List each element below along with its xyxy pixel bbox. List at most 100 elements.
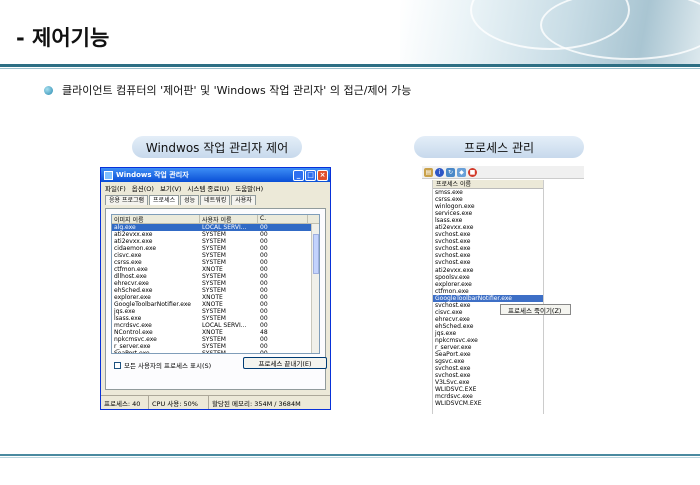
column-image-name[interactable]: 이미지 이름 <box>112 215 200 224</box>
stop-icon[interactable]: ■ <box>468 167 477 177</box>
cell-image-name: mcrdsvc.exe <box>114 322 152 329</box>
cell-image-name: cidaemon.exe <box>114 245 157 252</box>
list-item[interactable]: WLIDSVCM.EXE <box>433 400 543 407</box>
process-toolbar: ▤ i ↻ ◆ ■ <box>422 166 584 179</box>
cell-cpu: 00 <box>260 287 268 294</box>
context-menu-kill-process[interactable]: 프로세스 죽이기(Z) <box>500 304 571 315</box>
column-cpu[interactable]: C. <box>258 215 308 223</box>
cell-user-name: SYSTEM <box>202 336 226 343</box>
maximize-button[interactable]: □ <box>305 169 316 181</box>
status-bar: 프로세스: 40 CPU 사용: 50% 할당된 메모리: 354M / 368… <box>101 395 330 409</box>
list-item[interactable]: services.exe <box>433 210 543 217</box>
list-item[interactable]: svchost.exe <box>433 231 543 238</box>
cell-image-name: ati2evxx.exe <box>114 231 153 238</box>
table-row[interactable]: ehSched.exe SYSTEM 00 <box>112 287 319 294</box>
table-row[interactable]: dllhost.exe SYSTEM 00 <box>112 273 319 280</box>
table-row[interactable]: SeaPort.exe SYSTEM 00 <box>112 350 319 353</box>
list-item[interactable]: ati2evxx.exe <box>433 224 543 231</box>
list-item[interactable]: explorer.exe <box>433 281 543 288</box>
list-item[interactable]: smss.exe <box>433 189 543 196</box>
tab-performance[interactable]: 성능 <box>180 195 200 205</box>
end-process-button[interactable]: 프로세스 끝내기(E) <box>243 357 327 369</box>
list-item[interactable]: csrss.exe <box>433 196 543 203</box>
process-icon[interactable]: ◆ <box>457 167 466 177</box>
table-row[interactable]: GoogleToolbarNotifier.exe XNOTE 00 <box>112 301 319 308</box>
column-user-name[interactable]: 사용자 이름 <box>200 215 258 224</box>
cell-cpu: 00 <box>260 301 268 308</box>
vertical-scrollbar[interactable] <box>311 224 319 353</box>
list-item[interactable]: svchost.exe <box>433 252 543 259</box>
menu-view[interactable]: 보기(V) <box>160 183 181 193</box>
cell-user-name: SYSTEM <box>202 315 226 322</box>
list-item[interactable]: ctfmon.exe <box>433 288 543 295</box>
menu-file[interactable]: 파일(F) <box>105 183 126 193</box>
cell-user-name: XNOTE <box>202 266 223 273</box>
table-row[interactable]: mcrdsvc.exe LOCAL SERVI... 00 <box>112 322 319 329</box>
folder-icon[interactable]: ▤ <box>424 167 433 177</box>
list-item[interactable]: ati2evxx.exe <box>433 267 543 274</box>
cell-image-name: ehSched.exe <box>114 287 153 294</box>
menu-options[interactable]: 옵션(O) <box>132 183 154 193</box>
cell-image-name: csrss.exe <box>114 259 142 266</box>
cell-cpu: 00 <box>260 322 268 329</box>
table-row[interactable]: NControl.exe XNOTE 48 <box>112 329 319 336</box>
cell-cpu: 00 <box>260 280 268 287</box>
list-item[interactable]: WLIDSVC.EXE <box>433 386 543 393</box>
list-item[interactable]: spoolsv.exe <box>433 274 543 281</box>
menu-shutdown[interactable]: 시스템 종료(U) <box>187 183 229 193</box>
list-item[interactable]: svchost.exe <box>433 238 543 245</box>
table-row[interactable]: cidaemon.exe SYSTEM 00 <box>112 245 319 252</box>
info-icon[interactable]: i <box>435 167 444 177</box>
scroll-thumb[interactable] <box>313 234 319 274</box>
cell-user-name: SYSTEM <box>202 280 226 287</box>
list-item[interactable]: npkcmsvc.exe <box>433 337 543 344</box>
footer-divider <box>0 454 700 456</box>
cell-user-name: XNOTE <box>202 329 223 336</box>
list-item[interactable]: winlogon.exe <box>433 203 543 210</box>
table-row[interactable]: ehrecvr.exe SYSTEM 00 <box>112 280 319 287</box>
list-item[interactable]: sgsvc.exe <box>433 358 543 365</box>
table-row[interactable]: r_server.exe SYSTEM 00 <box>112 343 319 350</box>
list-item[interactable]: V3LSvc.exe <box>433 379 543 386</box>
close-button[interactable]: × <box>317 169 328 181</box>
table-row[interactable]: jqs.exe SYSTEM 00 <box>112 308 319 315</box>
show-all-users-row[interactable]: 모든 사용자의 프로세스 표시(S) <box>114 360 211 370</box>
list-item[interactable]: svchost.exe <box>433 259 543 266</box>
table-row[interactable]: cisvc.exe SYSTEM 00 <box>112 252 319 259</box>
list-item[interactable]: svchost.exe <box>433 372 543 379</box>
list-item[interactable]: lsass.exe <box>433 217 543 224</box>
tab-processes[interactable]: 프로세스 <box>149 195 180 205</box>
minimize-button[interactable]: _ <box>293 169 304 181</box>
table-row[interactable]: ati2evxx.exe SYSTEM 00 <box>112 231 319 238</box>
tab-users[interactable]: 사용자 <box>231 195 256 205</box>
cell-user-name: SYSTEM <box>202 231 226 238</box>
list-item[interactable]: svchost.exe <box>433 365 543 372</box>
subtitle: 클라이언트 컴퓨터의 '제어판' 및 'Windows 작업 관리자' 의 접근… <box>62 84 412 97</box>
show-all-users-checkbox[interactable] <box>114 361 121 369</box>
menu-help[interactable]: 도움말(H) <box>235 183 263 193</box>
cell-cpu: 48 <box>260 329 268 336</box>
list-item[interactable]: ehrecvr.exe <box>433 316 543 323</box>
list-item[interactable]: GoogleToolbarNotifier.exe <box>433 294 543 302</box>
list-item[interactable]: ehSched.exe <box>433 323 543 330</box>
list-item[interactable]: SeaPort.exe <box>433 351 543 358</box>
table-row[interactable]: csrss.exe SYSTEM 00 <box>112 259 319 266</box>
table-row[interactable]: npkcmsvc.exe SYSTEM 00 <box>112 336 319 343</box>
list-item[interactable]: mcrdsvc.exe <box>433 393 543 400</box>
list-item[interactable]: svchost.exe <box>433 245 543 252</box>
process-name-list[interactable]: 프로세스 이름 smss.exe csrss.exe winlogon.exe ser… <box>432 180 544 414</box>
list-item[interactable]: r_server.exe <box>433 344 543 351</box>
table-row[interactable]: ati2evxx.exe SYSTEM 00 <box>112 238 319 245</box>
list-item[interactable]: jqs.exe <box>433 330 543 337</box>
table-row[interactable]: explorer.exe XNOTE 00 <box>112 294 319 301</box>
table-row[interactable]: lsass.exe SYSTEM 00 <box>112 315 319 322</box>
tab-networking[interactable]: 네트워킹 <box>200 195 231 205</box>
table-row[interactable]: alg.exe LOCAL SERVI... 00 <box>112 224 319 231</box>
cell-user-name: SYSTEM <box>202 308 226 315</box>
bullet-icon <box>44 86 53 95</box>
refresh-icon[interactable]: ↻ <box>446 167 455 177</box>
process-list[interactable]: 이미지 이름 사용자 이름 C. alg.exe LOCAL SERVI... 00… <box>111 214 320 354</box>
table-row[interactable]: ctfmon.exe XNOTE 00 <box>112 266 319 273</box>
title-bar[interactable]: Windows 작업 관리자 _ □ × <box>101 168 330 182</box>
tab-applications[interactable]: 응용 프로그램 <box>105 195 149 205</box>
